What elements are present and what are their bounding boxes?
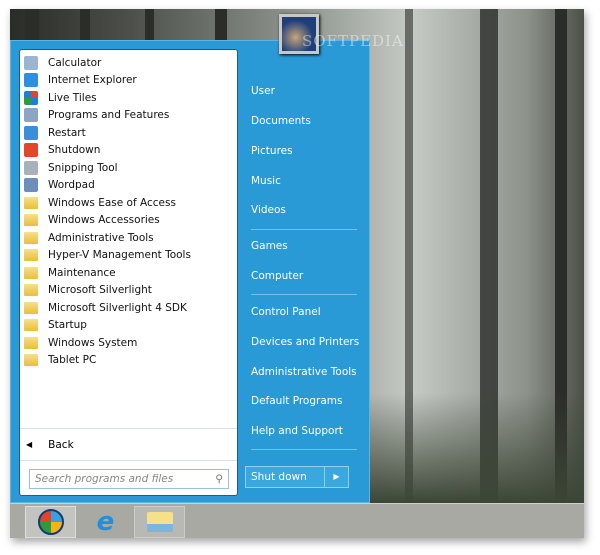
taskbar: e (10, 503, 584, 538)
right-link-devices-and-printers[interactable]: Devices and Printers (251, 336, 359, 348)
program-item[interactable]: Microsoft Silverlight 4 SDK (24, 299, 187, 316)
program-item[interactable]: Hyper-V Management Tools (24, 247, 191, 264)
live-tiles-icon (24, 90, 38, 105)
program-label: Hyper-V Management Tools (48, 249, 191, 261)
shutdown-icon (24, 143, 38, 157)
program-item[interactable]: Shutdown (24, 142, 100, 159)
internet-explorer-icon (24, 73, 38, 87)
program-label: Wordpad (48, 179, 95, 191)
separator (251, 449, 357, 450)
search-placeholder: Search programs and files (35, 473, 174, 485)
program-label: Restart (48, 126, 86, 139)
back-button[interactable]: ◀ Back (20, 428, 237, 461)
program-label: Tablet PC (48, 354, 97, 366)
folder-icon (24, 249, 38, 261)
program-label: Microsoft Silverlight 4 SDK (48, 301, 187, 314)
program-item[interactable]: Internet Explorer (24, 72, 137, 89)
right-link-administrative-tools[interactable]: Administrative Tools (251, 366, 357, 378)
program-label: Startup (48, 319, 87, 331)
internet-explorer-taskbar[interactable]: e (80, 506, 131, 538)
right-link-help-and-support[interactable]: Help and Support (251, 425, 343, 437)
right-link-default-programs[interactable]: Default Programs (251, 395, 342, 407)
program-label: Microsoft Silverlight (48, 284, 152, 296)
program-item[interactable]: Windows System (24, 334, 137, 351)
internet-explorer-icon: e (96, 507, 115, 537)
right-link-games[interactable]: Games (251, 240, 288, 252)
restart-icon (24, 125, 38, 140)
right-link-user[interactable]: User (251, 85, 275, 97)
program-item[interactable]: Windows Accessories (24, 212, 160, 229)
right-link-music[interactable]: Music (251, 175, 281, 187)
back-label: Back (48, 438, 74, 451)
program-label: Windows Accessories (48, 214, 160, 226)
wordpad-icon (24, 178, 38, 192)
folder-icon (24, 301, 38, 314)
program-item[interactable]: Microsoft Silverlight (24, 282, 152, 299)
program-item[interactable]: Tablet PC (24, 352, 96, 369)
program-item[interactable]: Snipping Tool (24, 159, 118, 176)
program-label: Maintenance (48, 266, 116, 279)
right-link-pictures[interactable]: Pictures (251, 145, 293, 157)
windows-logo-icon (37, 509, 64, 535)
program-label: Programs and Features (48, 109, 170, 121)
program-label: Shutdown (48, 144, 101, 156)
program-label: Live Tiles (48, 91, 97, 104)
back-arrow-icon: ◀ (26, 440, 33, 449)
program-item[interactable]: Administrative Tools (24, 229, 154, 246)
softpedia-watermark: SOFTPEDIA (302, 32, 404, 50)
program-label: Windows System (48, 336, 138, 349)
start-menu: Calculator Internet Explorer Live Tiles Pro… (10, 40, 370, 503)
folder-icon (24, 284, 38, 296)
snipping-tool-icon (24, 160, 38, 175)
folder-icon (24, 196, 38, 209)
programs-and-features-icon (24, 108, 38, 122)
program-label: Internet Explorer (48, 74, 137, 86)
program-item[interactable]: Wordpad (24, 177, 95, 194)
right-link-videos[interactable]: Videos (251, 204, 286, 216)
folder-icon (24, 354, 38, 366)
program-label: Calculator (48, 56, 102, 69)
program-item[interactable]: Calculator (24, 54, 101, 71)
program-item[interactable]: Live Tiles (24, 89, 97, 106)
search-input[interactable]: Search programs and files ⚲ (29, 469, 229, 489)
right-link-computer[interactable]: Computer (251, 270, 303, 282)
program-label: Snipping Tool (48, 161, 118, 174)
program-label: Administrative Tools (48, 231, 154, 244)
folder-icon (24, 319, 38, 331)
folder-icon (24, 336, 38, 349)
program-item[interactable]: Maintenance (24, 264, 116, 281)
shutdown-button[interactable]: Shut down ▶ (245, 466, 349, 488)
program-item[interactable]: Restart (24, 124, 86, 141)
calculator-icon (24, 55, 38, 70)
file-explorer-taskbar[interactable] (134, 506, 185, 538)
right-link-control-panel[interactable]: Control Panel (251, 306, 321, 318)
programs-panel: Calculator Internet Explorer Live Tiles Pro… (19, 49, 238, 496)
separator (251, 294, 357, 295)
folder-icon (24, 231, 38, 244)
separator (251, 229, 357, 230)
folder-icon (24, 266, 38, 279)
program-item[interactable]: Startup (24, 317, 87, 334)
program-item[interactable]: Programs and Features (24, 107, 169, 124)
search-icon: ⚲ (215, 473, 223, 485)
program-label: Windows Ease of Access (48, 196, 176, 209)
shutdown-options-arrow[interactable]: ▶ (324, 467, 348, 487)
folder-icon (24, 214, 38, 226)
shutdown-label: Shut down (251, 471, 307, 483)
program-item[interactable]: Windows Ease of Access (24, 194, 176, 211)
folder-icon (146, 512, 173, 532)
start-button[interactable] (25, 506, 76, 538)
right-link-documents[interactable]: Documents (251, 115, 311, 127)
